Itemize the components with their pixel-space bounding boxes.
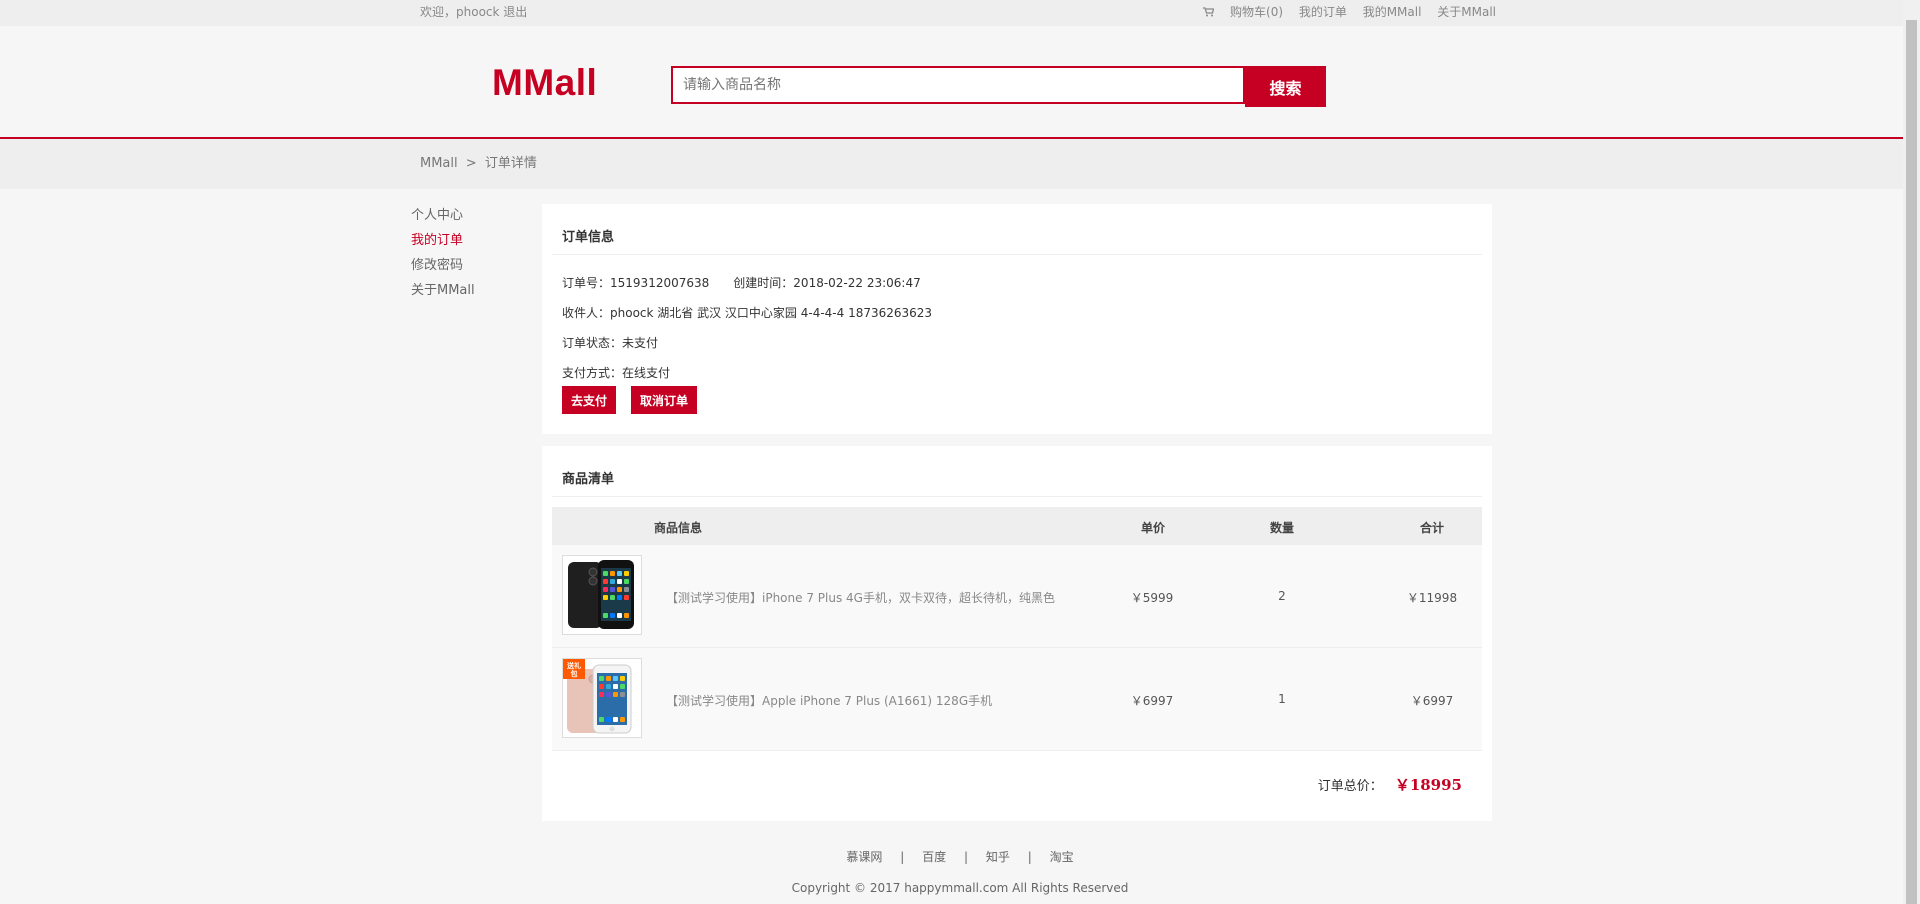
- product-image[interactable]: [562, 555, 642, 635]
- status-label: 订单状态：: [562, 336, 623, 350]
- product-total: ￥6997: [1410, 694, 1454, 708]
- receiver-line: 收件人：phoock 湖北省 武汉 汉口中心家园 4-4-4-4 1873626…: [562, 304, 932, 321]
- status-value: 未支付: [622, 336, 659, 350]
- breadcrumb-separator: >: [465, 156, 477, 171]
- goods-list-panel: 商品清单 商品信息 单价 数量 合计 【测试学习使用】iPhone 7 Plus…: [542, 446, 1492, 821]
- welcome-area: 欢迎，phoock 退出: [420, 0, 527, 24]
- top-bar: 欢迎，phoock 退出 购物车(0) 我的订单 我的MMall 关于MMall: [0, 0, 1920, 26]
- status-line: 订单状态：未支付: [562, 334, 658, 351]
- cart-icon: [1203, 7, 1215, 17]
- footer-link-imooc[interactable]: 慕课网: [846, 850, 882, 864]
- table-row: 【测试学习使用】iPhone 7 Plus 4G手机，双卡双待，超长待机，纯黑色…: [552, 545, 1482, 648]
- breadcrumb: MMall > 订单详情: [420, 139, 1500, 189]
- footer-link-baidu[interactable]: 百度: [922, 850, 946, 864]
- black-iphone-image: [568, 560, 634, 629]
- search-box: [671, 66, 1253, 104]
- product-image[interactable]: 送礼包: [562, 658, 642, 738]
- footer-separator: |: [1027, 850, 1032, 864]
- table-row: 送礼包 【测试学习使用】Apple iPhone 7 Plus (A1661) …: [552, 648, 1482, 751]
- order-total-label: 订单总价：: [1317, 779, 1383, 794]
- cart-label: 购物车(0): [1230, 5, 1284, 19]
- copyright: Copyright © 2017 happymmall.com All Righ…: [791, 881, 1129, 895]
- product-total: ￥11998: [1406, 591, 1458, 605]
- column-header-info: 商品信息: [654, 521, 703, 535]
- product-name[interactable]: 【测试学习使用】Apple iPhone 7 Plus (A1661) 128G…: [666, 692, 992, 709]
- goods-list-title: 商品清单: [562, 472, 615, 487]
- cancel-order-button[interactable]: 取消订单: [631, 386, 698, 414]
- breadcrumb-current: 订单详情: [484, 156, 537, 171]
- order-total-amount: ￥18995: [1394, 776, 1462, 794]
- product-price: ￥6997: [1130, 694, 1174, 708]
- order-number-label: 订单号：: [562, 276, 611, 290]
- payment-value: 在线支付: [622, 366, 671, 380]
- create-time: 2018-02-22 23:06:47: [793, 276, 921, 290]
- footer-link-taobao[interactable]: 淘宝: [1050, 850, 1074, 864]
- product-quantity: 2: [1278, 589, 1286, 603]
- table-header: 商品信息 单价 数量 合计: [552, 507, 1482, 545]
- receiver-value: phoock 湖北省 武汉 汉口中心家园 4-4-4-4 18736263623: [610, 306, 933, 320]
- gift-badge: 送礼包: [567, 662, 581, 678]
- receiver-label: 收件人：: [562, 306, 611, 320]
- payment-line: 支付方式：在线支付: [562, 364, 670, 381]
- my-orders-link[interactable]: 我的订单: [1299, 5, 1347, 19]
- order-info-panel: 订单信息 订单号：1519312007638 创建时间：2018-02-22 23…: [542, 204, 1492, 434]
- sidebar-item-about[interactable]: 关于MMall: [411, 281, 475, 306]
- footer-separator: |: [900, 850, 905, 864]
- sidebar-item-my-orders[interactable]: 我的订单: [411, 231, 475, 256]
- logo[interactable]: MMall: [492, 62, 597, 104]
- welcome-text: 欢迎，phoock: [420, 5, 500, 19]
- column-header-price: 单价: [1140, 521, 1165, 535]
- sidebar-item-change-password[interactable]: 修改密码: [411, 256, 475, 281]
- header: MMall 搜索: [0, 26, 1920, 139]
- product-price: ￥5999: [1130, 591, 1174, 605]
- column-header-total: 合计: [1419, 521, 1444, 535]
- logout-link[interactable]: 退出: [503, 5, 527, 19]
- breadcrumb-home[interactable]: MMall: [420, 156, 458, 171]
- about-link[interactable]: 关于MMall: [1437, 5, 1496, 19]
- order-number: 1519312007638: [610, 276, 710, 290]
- scrollbar[interactable]: [1903, 0, 1920, 904]
- order-total: 订单总价： ￥18995: [1318, 774, 1462, 795]
- product-quantity: 1: [1278, 692, 1286, 706]
- column-header-quantity: 数量: [1269, 521, 1294, 535]
- search-button[interactable]: 搜索: [1245, 66, 1326, 107]
- sidebar-item-user-center[interactable]: 个人中心: [411, 206, 475, 231]
- payment-label: 支付方式：: [562, 366, 623, 380]
- footer-separator: |: [963, 850, 969, 864]
- my-mall-link[interactable]: 我的MMall: [1363, 5, 1422, 19]
- divider: [552, 496, 1482, 497]
- sidebar: 个人中心 我的订单 修改密码 关于MMall: [411, 206, 475, 306]
- order-info-title: 订单信息: [562, 230, 615, 245]
- footer-links: 慕课网 | 百度 | 知乎 | 淘宝: [0, 848, 1920, 865]
- breadcrumb-bar: MMall > 订单详情: [0, 139, 1920, 189]
- create-time-label: 创建时间：: [733, 276, 794, 290]
- order-number-line: 订单号：1519312007638 创建时间：2018-02-22 23:06:4…: [562, 274, 921, 291]
- pay-button[interactable]: 去支付: [562, 386, 617, 414]
- search-input[interactable]: [673, 68, 1253, 102]
- cart-link[interactable]: 购物车(0): [1203, 5, 1287, 19]
- divider: [552, 254, 1482, 255]
- top-nav: 购物车(0) 我的订单 我的MMall 关于MMall: [1191, 0, 1496, 24]
- product-name[interactable]: 【测试学习使用】iPhone 7 Plus 4G手机，双卡双待，超长待机，纯黑色: [666, 589, 1055, 606]
- scrollbar-thumb[interactable]: [1906, 20, 1917, 904]
- footer-link-zhihu[interactable]: 知乎: [986, 850, 1010, 864]
